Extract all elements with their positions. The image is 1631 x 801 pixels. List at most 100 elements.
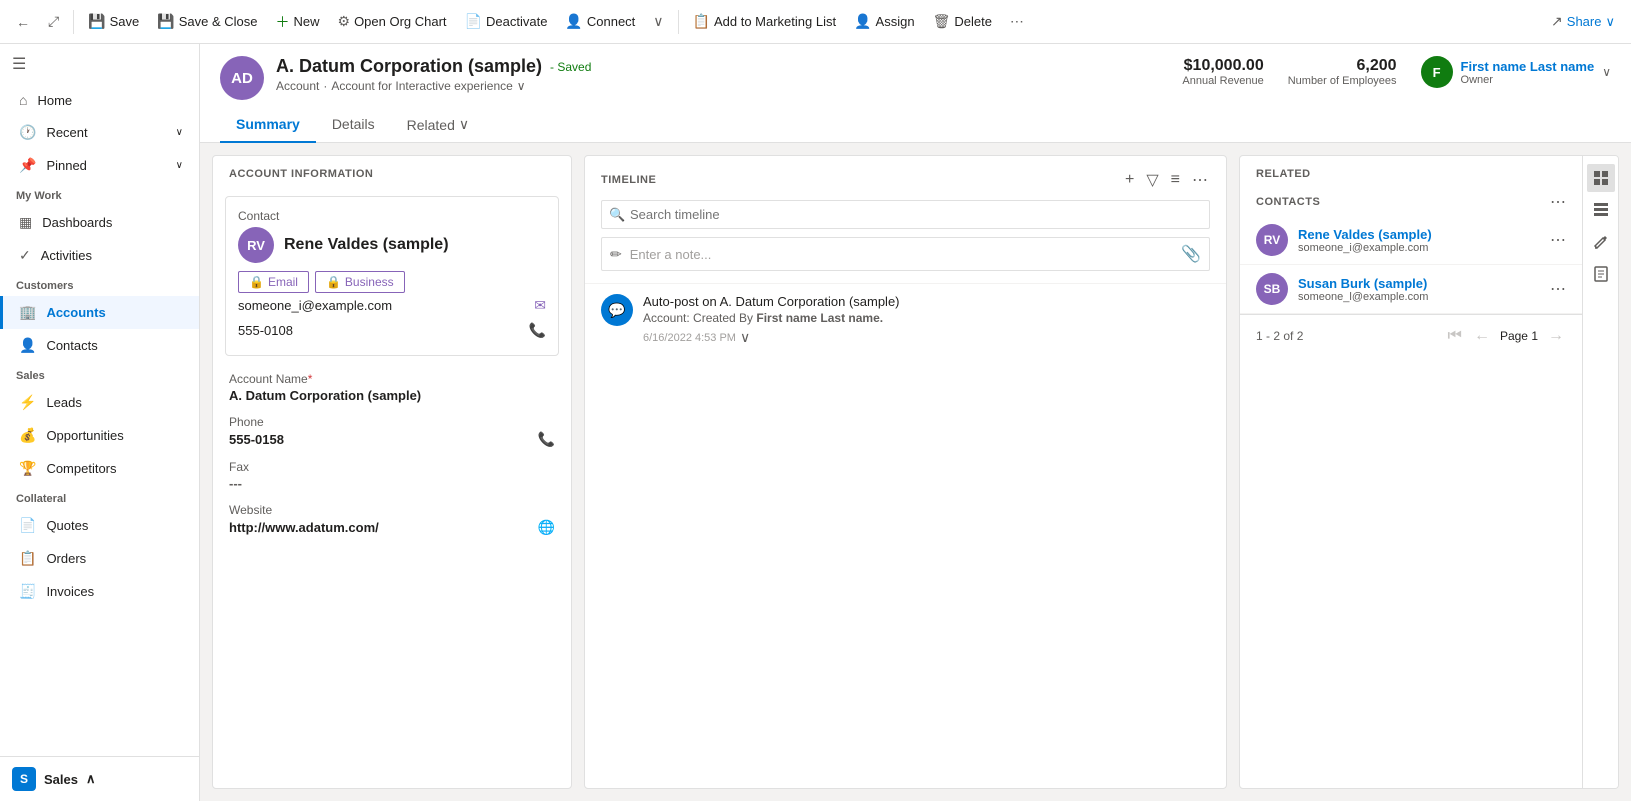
timeline-more-button[interactable]: ⋯ [1190, 168, 1210, 192]
sidebar-label-recent: Recent [46, 125, 87, 140]
contact-label: Contact [238, 209, 546, 223]
tab-summary[interactable]: Summary [220, 108, 316, 143]
sidebar-item-contacts[interactable]: 👤 Contacts [0, 329, 199, 362]
new-button[interactable]: ＋ New [267, 8, 327, 36]
pinned-chevron-icon: ∨ [176, 160, 183, 171]
assign-button[interactable]: 👤 Assign [846, 9, 922, 34]
owner-chevron-icon: ∨ [1602, 65, 1611, 79]
sidebar-label-contacts: Contacts [46, 338, 97, 353]
sidebar-item-home[interactable]: ⌂ Home [0, 84, 199, 116]
sidebar-item-invoices[interactable]: 🧾 Invoices [0, 575, 199, 608]
pagination-first-button[interactable]: ⏮ [1446, 325, 1464, 347]
related-section-title: RELATED [1240, 156, 1582, 188]
email-compose-icon[interactable]: ✉ [534, 297, 546, 314]
tab-summary-label: Summary [236, 116, 300, 132]
sidebar-item-pinned[interactable]: 📌 Pinned ∨ [0, 149, 199, 182]
contacts-more-button[interactable]: ⋯ [1550, 192, 1566, 212]
org-chart-button[interactable]: ⚙ Open Org Chart [330, 9, 455, 34]
new-label: New [293, 14, 319, 29]
back-icon: ← [16, 14, 30, 30]
save-close-button[interactable]: 💾 Save & Close [149, 9, 265, 34]
sidebar-item-orders[interactable]: 📋 Orders [0, 542, 199, 575]
contact-list-more-rene[interactable]: ⋯ [1550, 230, 1566, 250]
timeline-add-button[interactable]: + [1123, 169, 1136, 191]
sidebar-item-recent[interactable]: 🕐 Recent ∨ [0, 116, 199, 149]
owner-label: Owner [1461, 74, 1595, 86]
pagination-prev-button[interactable]: ← [1472, 325, 1492, 347]
timeline-sort-button[interactable]: ≡ [1169, 169, 1182, 191]
owner-name: First name Last name [1461, 59, 1595, 74]
marketing-label: Add to Marketing List [714, 14, 836, 29]
expand-button[interactable]: ⤢ [40, 9, 67, 34]
rmt-form-button[interactable] [1587, 260, 1615, 288]
contact-row: RV Rene Valdes (sample) [238, 227, 546, 263]
contact-card: Contact RV Rene Valdes (sample) 🔒 Email … [225, 196, 559, 356]
subtitle-chevron-icon[interactable]: ∨ [517, 79, 526, 93]
timeline-expand-icon[interactable]: ∨ [740, 329, 750, 346]
record-header-top: AD A. Datum Corporation (sample) - Saved… [220, 56, 1611, 100]
list-item: RV Rene Valdes (sample) someone_i@exampl… [1240, 216, 1582, 265]
note-placeholder-text: Enter a note... [630, 247, 1173, 262]
record-subtitle: Account · Account for Interactive experi… [276, 79, 1170, 93]
timeline-search: 🔍 [601, 200, 1210, 229]
employees-label: Number of Employees [1288, 75, 1397, 87]
opportunities-icon: 💰 [19, 427, 36, 444]
rmt-list-button[interactable] [1587, 196, 1615, 224]
toolbar-chevron-button[interactable]: ∨ [645, 9, 671, 34]
back-button[interactable]: ← [8, 10, 38, 34]
sidebar-item-opportunities[interactable]: 💰 Opportunities [0, 419, 199, 452]
business-button[interactable]: 🔒 Business [315, 271, 405, 293]
sidebar-item-accounts[interactable]: 🏢 Accounts [0, 296, 199, 329]
email-lock-icon: 🔒 [249, 275, 264, 289]
sidebar-label-activities: Activities [41, 248, 92, 263]
contact-phone: 555-0108 [238, 323, 293, 338]
contact-list-name-rene[interactable]: Rene Valdes (sample) [1298, 227, 1540, 242]
sidebar-item-activities[interactable]: ✓ Activities [0, 239, 199, 272]
connect-button[interactable]: 👤 Connect [557, 9, 643, 34]
marketing-button[interactable]: 📋 Add to Marketing List [685, 9, 845, 34]
phone-icon[interactable]: 📞 [529, 322, 546, 339]
sidebar-item-leads[interactable]: ⚡ Leads [0, 386, 199, 419]
contact-list-more-susan[interactable]: ⋯ [1550, 279, 1566, 299]
expand-icon: ⤢ [48, 13, 59, 30]
leads-icon: ⚡ [19, 394, 36, 411]
note-attach-icon[interactable]: 📎 [1181, 244, 1201, 264]
delete-icon: 🗑 [933, 13, 951, 30]
sidebar-label-orders: Orders [46, 551, 86, 566]
phone-label: Phone [229, 415, 555, 429]
pagination-next-button[interactable]: → [1546, 325, 1566, 347]
save-button[interactable]: 💾 Save [80, 9, 147, 34]
accounts-icon: 🏢 [19, 304, 36, 321]
timeline-filter-button[interactable]: ▽ [1144, 168, 1160, 192]
sidebar-item-competitors[interactable]: 🏆 Competitors [0, 452, 199, 485]
timeline-header: TIMELINE + ▽ ≡ ⋯ [585, 156, 1226, 200]
edit-icon [1593, 234, 1609, 250]
rmt-grid-button[interactable] [1587, 164, 1615, 192]
rmt-edit-button[interactable] [1587, 228, 1615, 256]
sidebar-item-quotes[interactable]: 📄 Quotes [0, 509, 199, 542]
owner-section[interactable]: F First name Last name Owner ∨ [1421, 56, 1611, 88]
tab-related[interactable]: Related ∨ [391, 108, 486, 143]
pinned-icon: 📌 [19, 157, 36, 174]
record-tabs: Summary Details Related ∨ [220, 108, 1611, 142]
share-icon: ↗ [1551, 13, 1563, 30]
subtitle-separator: · [323, 79, 327, 93]
recent-chevron-icon: ∨ [176, 127, 183, 138]
phone-field-icon[interactable]: 📞 [538, 431, 555, 448]
website-icon[interactable]: 🌐 [538, 519, 555, 536]
timeline-search-input[interactable] [601, 200, 1210, 229]
deactivate-button[interactable]: 📄 Deactivate [457, 9, 556, 34]
hamburger-icon[interactable]: ☰ [12, 54, 26, 74]
deactivate-icon: 📄 [465, 13, 482, 30]
email-button[interactable]: 🔒 Email [238, 271, 309, 293]
contact-list-name-susan[interactable]: Susan Burk (sample) [1298, 276, 1540, 291]
more-button[interactable]: ⋯ [1002, 9, 1032, 34]
sidebar-label-leads: Leads [46, 395, 81, 410]
tab-details[interactable]: Details [316, 108, 391, 143]
app-switcher[interactable]: S Sales ∧ [0, 757, 199, 801]
delete-button[interactable]: 🗑 Delete [925, 9, 1000, 34]
sidebar-item-dashboards[interactable]: ▦ Dashboards [0, 206, 199, 239]
employees-value: 6,200 [1288, 57, 1397, 75]
required-marker: * [308, 372, 313, 386]
share-button[interactable]: ↗ Share ∨ [1543, 9, 1623, 34]
